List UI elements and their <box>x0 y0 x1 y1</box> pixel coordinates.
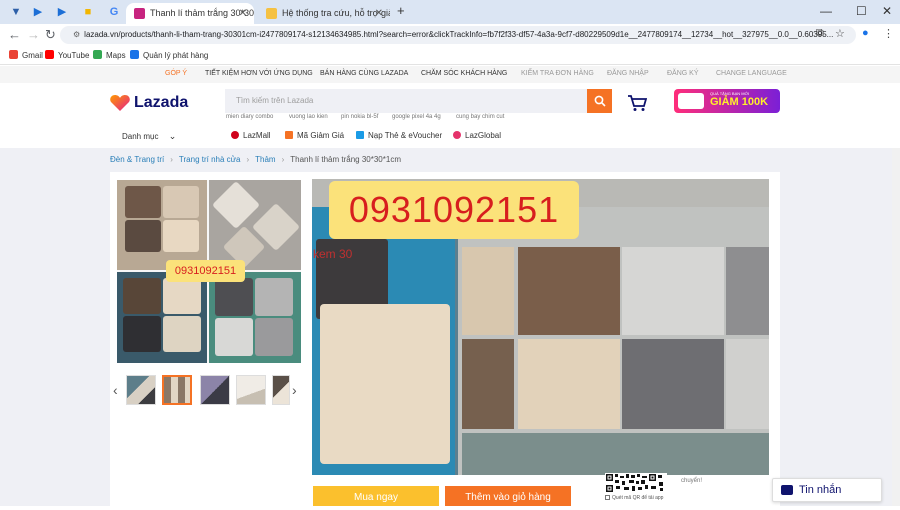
collage-quadrant <box>117 180 207 270</box>
channel-lazmall[interactable]: LazMall <box>231 131 271 140</box>
chevron-left-icon[interactable]: ‹ <box>113 382 118 398</box>
channel-voucher[interactable]: Mã Giảm Giá <box>285 131 344 140</box>
thumbnail[interactable] <box>126 375 156 405</box>
close-window-icon[interactable]: ✕ <box>882 4 892 18</box>
tab-tra-cuu[interactable]: Hệ thống tra cứu, hỗ trợ giảm ✕ <box>258 3 390 24</box>
voucher-icon <box>285 131 293 139</box>
bookmark-quan-ly[interactable]: Quản lý phát hàng <box>130 50 208 60</box>
topup-icon <box>356 131 364 139</box>
promo-text: GIẢM 100K <box>710 96 769 108</box>
suggestion-link[interactable]: cung bay chim cut <box>456 114 504 120</box>
phone-number-banner: 0931092151 <box>329 181 579 239</box>
profile-icon[interactable]: ● <box>862 27 869 39</box>
chat-button[interactable]: Tin nhắn <box>772 478 882 502</box>
collage-quadrant <box>209 272 301 363</box>
close-icon[interactable]: ✕ <box>375 3 383 24</box>
chevron-down-icon: ⌄ <box>168 131 177 141</box>
topnav-app[interactable]: TIẾT KIỆM HƠN VỚI ỨNG DỤNG <box>205 70 313 77</box>
new-user-promo-banner[interactable]: QUÀ TẶNG BẠN MỚI GIẢM 100K <box>674 89 780 113</box>
checkbox-icon <box>605 495 610 500</box>
google-icon[interactable]: G <box>108 6 120 18</box>
tab-lazada[interactable]: Thanh lí thảm trắng 30*30*1cm ✕ <box>126 3 254 24</box>
logo-text: Lazada <box>134 94 189 111</box>
chat-bubble-icon <box>781 485 793 495</box>
install-app-icon[interactable]: ⧉ <box>816 27 824 40</box>
chat-label: Tin nhắn <box>799 484 842 496</box>
shipping-note: chuyển! <box>681 478 703 484</box>
bookmarks-bar: Gmail YouTube Maps Quản lý phát hàng <box>0 46 900 65</box>
gmail-icon <box>9 50 18 59</box>
search-input[interactable]: Tìm kiếm trên Lazada <box>225 89 587 113</box>
thumbnail-selected[interactable] <box>162 375 192 405</box>
address-bar[interactable]: ⚙ lazada.vn/products/thanh-li-tham-trang-… <box>60 26 856 44</box>
topnav-sell[interactable]: BÁN HÀNG CÙNG LAZADA <box>320 70 408 77</box>
topnav-language[interactable]: CHANGE LANGUAGE <box>716 70 787 77</box>
topnav-login[interactable]: ĐĂNG NHẬP <box>607 70 649 77</box>
bookmark-icon <box>130 50 139 59</box>
reload-icon[interactable]: ↻ <box>45 28 56 42</box>
collage-quadrant <box>209 180 301 270</box>
suggestion-link[interactable]: google pixel 4a 4g <box>392 114 441 120</box>
bookmark-youtube[interactable]: YouTube <box>45 50 89 60</box>
thumbnail[interactable] <box>236 375 266 405</box>
image-caption: kem 30 <box>313 247 353 261</box>
maps-icon <box>93 50 102 59</box>
qr-caption: Quét mã QR để tải app <box>605 495 663 501</box>
site-favicon <box>266 8 277 19</box>
search-icon <box>594 95 606 107</box>
forward-icon[interactable]: → <box>27 28 40 42</box>
breadcrumb-link[interactable]: Thảm <box>255 155 275 164</box>
menu-icon[interactable]: ⋮ <box>883 27 894 40</box>
pinned-tab-icon[interactable]: ▶ <box>56 6 68 18</box>
close-icon[interactable]: ✕ <box>239 3 247 24</box>
maximize-icon[interactable]: ☐ <box>856 4 867 18</box>
topnav-register[interactable]: ĐĂNG KÝ <box>667 70 699 77</box>
lazglobal-icon <box>453 131 461 139</box>
minimize-icon[interactable]: — <box>820 4 832 18</box>
lazada-heart-icon <box>110 95 130 111</box>
collage-quadrant <box>117 272 207 363</box>
chevron-right-icon[interactable]: › <box>292 382 297 398</box>
suggestion-link[interactable]: vuong lao kien <box>289 114 328 120</box>
back-icon[interactable]: ← <box>8 28 21 42</box>
tab-group-icon[interactable]: ▼ <box>10 6 22 18</box>
search-button[interactable] <box>587 89 612 113</box>
scrollbar[interactable] <box>892 148 900 506</box>
lazada-favicon <box>134 8 145 19</box>
pinned-tab-icon[interactable]: ▶ <box>32 6 44 18</box>
promo-badge-icon <box>678 93 704 109</box>
channel-topup[interactable]: Nạp Thẻ & eVoucher <box>356 131 442 140</box>
add-to-cart-button[interactable]: Thêm vào giỏ hàng <box>445 486 571 506</box>
suggestion-link[interactable]: mien diary combo <box>226 114 273 120</box>
lazmall-icon <box>231 131 239 139</box>
topnav-care[interactable]: CHĂM SÓC KHÁCH HÀNG <box>421 70 507 77</box>
youtube-icon <box>45 50 54 59</box>
breadcrumb: Đèn & Trang trí › Trang trí nhà cửa › Thảm › T… <box>110 155 401 164</box>
category-menu[interactable]: Danh mục ⌄ <box>122 131 176 142</box>
cart-icon[interactable] <box>627 94 647 112</box>
site-info-icon[interactable]: ⚙ <box>73 30 80 39</box>
qr-code-icon <box>605 473 667 493</box>
lazada-top-nav: GÓP Ý TIẾT KIỆM HƠN VỚI ỨNG DỤNG BÁN HÀN… <box>0 66 900 83</box>
buy-now-button[interactable]: Mua ngay <box>313 486 439 506</box>
bookmark-star-icon[interactable]: ☆ <box>835 27 845 40</box>
tab-bar: ▼ ▶ ▶ ■ G Thanh lí thảm trắng 30*30*1cm … <box>0 0 900 24</box>
pinned-tab-icon[interactable]: ■ <box>82 6 94 18</box>
bookmark-gmail[interactable]: Gmail <box>9 50 43 60</box>
topnav-feedback[interactable]: GÓP Ý <box>165 70 187 77</box>
thumbnail[interactable] <box>200 375 230 405</box>
url-text: lazada.vn/products/thanh-li-tham-trang-3… <box>84 30 834 39</box>
new-tab-icon[interactable]: + <box>397 3 405 18</box>
bookmark-maps[interactable]: Maps <box>93 50 126 60</box>
topnav-order[interactable]: KIỂM TRA ĐƠN HÀNG <box>521 70 594 77</box>
phone-number-overlay: 0931092151 <box>166 260 245 282</box>
breadcrumb-link[interactable]: Đèn & Trang trí <box>110 155 164 164</box>
breadcrumb-current: Thanh lí thảm trắng 30*30*1cm <box>290 155 401 164</box>
suggestion-link[interactable]: pin nokia bl-5f <box>341 114 378 120</box>
channel-lazglobal[interactable]: LazGlobal <box>453 131 501 140</box>
thumbnail[interactable] <box>272 375 290 405</box>
breadcrumb-link[interactable]: Trang trí nhà cửa <box>179 155 241 164</box>
